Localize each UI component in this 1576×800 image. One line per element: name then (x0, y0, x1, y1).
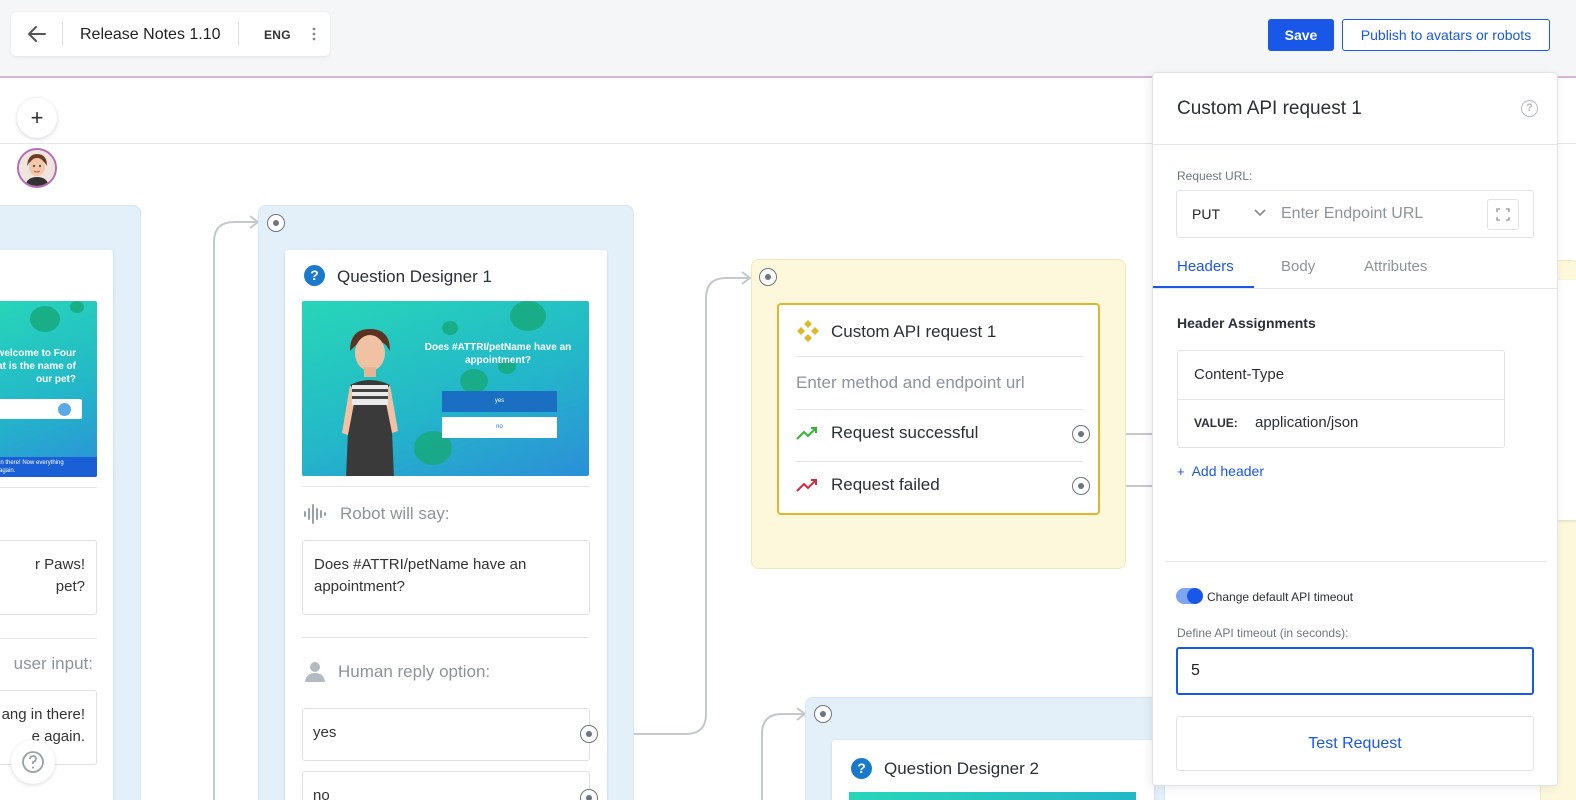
endpoint-url-input[interactable] (1281, 199, 1477, 229)
request-url-label: Request URL: (1177, 169, 1253, 183)
add-header-label: Add header (1191, 463, 1264, 479)
reply-option-no[interactable]: no (302, 771, 590, 800)
question-icon: ? (304, 265, 325, 286)
reply-option-yes[interactable]: yes (302, 708, 590, 761)
divider (302, 486, 589, 487)
divider (1153, 144, 1557, 145)
sound-wave-icon (304, 504, 326, 524)
preview-question: Does #ATTRI/petName have an appointment? (424, 342, 572, 366)
divider (62, 22, 63, 46)
header-assignments-title: Header Assignments (1177, 315, 1316, 331)
question-card-left[interactable]: welcome to Four at is the name of our pe… (0, 250, 113, 800)
panel-title: Custom API request 1 (1177, 98, 1362, 119)
input-port[interactable] (759, 268, 777, 286)
user-input-label: user input: (13, 654, 93, 673)
question-icon: ? (851, 758, 872, 779)
endpoint-placeholder[interactable]: Enter method and endpoint url (796, 373, 1025, 393)
fullscreen-icon (1496, 208, 1510, 221)
request-failed-label: Request failed (831, 475, 940, 494)
header-assignment: Content-Type VALUE: application/json (1177, 350, 1505, 448)
divider (1178, 399, 1504, 400)
http-method-select[interactable]: PUT (1192, 206, 1220, 222)
divider (238, 22, 239, 46)
output-port-success[interactable] (1072, 425, 1090, 443)
node-title[interactable]: Question Designer 1 (337, 267, 492, 287)
language-selector[interactable]: ENG (264, 28, 291, 42)
preview-yes-button: yes (442, 391, 557, 412)
preview-image (849, 792, 1136, 800)
preview-send-icon (58, 403, 71, 416)
robot-text-left[interactable]: r Paws! pet? (0, 540, 97, 615)
help-icon[interactable]: ? (1521, 100, 1538, 117)
custom-api-node[interactable]: Custom API request 1 Enter method and en… (777, 303, 1100, 515)
more-options-icon[interactable] (310, 26, 318, 42)
header-value-input[interactable]: application/json (1255, 414, 1358, 431)
header-value-label: VALUE: (1194, 416, 1238, 430)
timeout-field-label: Define API timeout (in seconds): (1177, 626, 1349, 640)
robot-will-say-label: Robot will say: (340, 504, 450, 523)
timeout-input[interactable] (1176, 647, 1534, 695)
divider (302, 637, 589, 638)
trending-down-icon (796, 479, 817, 492)
document-title[interactable]: Release Notes 1.10 (80, 26, 221, 44)
api-icon (797, 320, 819, 342)
help-icon (22, 751, 44, 773)
question-designer-1-card[interactable]: ? Question Designer 1 Does #ATTRI/petNam… (285, 250, 607, 800)
divider (796, 409, 1083, 410)
human-reply-label: Human reply option: (338, 662, 491, 681)
preview-footer-left: g in there! Now everything e again. (0, 457, 97, 477)
publish-button[interactable]: Publish to avatars or robots (1342, 19, 1550, 51)
person-icon (305, 662, 325, 682)
robot-text-input[interactable]: Does #ATTRI/petName have an appointment? (302, 540, 590, 615)
node-settings-panel: Custom API request 1 ? Request URL: PUT … (1152, 72, 1558, 786)
input-port[interactable] (814, 705, 832, 723)
back-arrow-icon[interactable] (25, 22, 49, 46)
output-port-yes[interactable] (580, 725, 598, 743)
timeout-toggle-label: Change default API timeout (1207, 590, 1354, 604)
trending-up-icon (796, 427, 817, 440)
test-request-button[interactable]: Test Request (1176, 716, 1534, 771)
expand-button[interactable] (1487, 199, 1519, 230)
divider (796, 461, 1083, 462)
divider (1165, 561, 1547, 562)
save-button[interactable]: Save (1268, 19, 1334, 51)
node-title[interactable]: Custom API request 1 (831, 322, 996, 342)
help-button[interactable] (11, 740, 55, 784)
header-key-input[interactable]: Content-Type (1194, 366, 1284, 383)
chevron-down-icon[interactable] (1253, 208, 1267, 218)
output-port-no[interactable] (580, 789, 598, 800)
tab-body[interactable]: Body (1281, 258, 1315, 275)
divider (1153, 288, 1557, 289)
preview-image: Does #ATTRI/petName have an appointment?… (302, 301, 589, 476)
timeout-toggle[interactable] (1176, 588, 1203, 604)
output-port-failed[interactable] (1072, 477, 1090, 495)
question-designer-2-card[interactable]: ? Question Designer 2 (832, 740, 1154, 800)
divider (796, 356, 1083, 357)
input-port[interactable] (267, 214, 285, 232)
tab-headers[interactable]: Headers (1177, 258, 1234, 275)
divider (0, 638, 97, 639)
preview-no-button: no (442, 417, 557, 438)
preview-image-left: welcome to Four at is the name of our pe… (0, 301, 97, 477)
document-title-card: Release Notes 1.10 ENG (11, 12, 330, 56)
top-bar: Release Notes 1.10 ENG Save Publish to a… (0, 0, 1576, 78)
plus-icon: + (1177, 464, 1185, 479)
request-url-field: PUT (1176, 190, 1534, 238)
node-title[interactable]: Question Designer 2 (884, 759, 1039, 779)
tab-attributes[interactable]: Attributes (1364, 258, 1427, 275)
divider (0, 487, 97, 488)
preview-text-left: welcome to Four at is the name of our pe… (0, 348, 76, 385)
add-header-button[interactable]: + Add header (1177, 463, 1264, 479)
request-successful-label: Request successful (831, 423, 979, 442)
avatar-character-icon (342, 329, 398, 476)
